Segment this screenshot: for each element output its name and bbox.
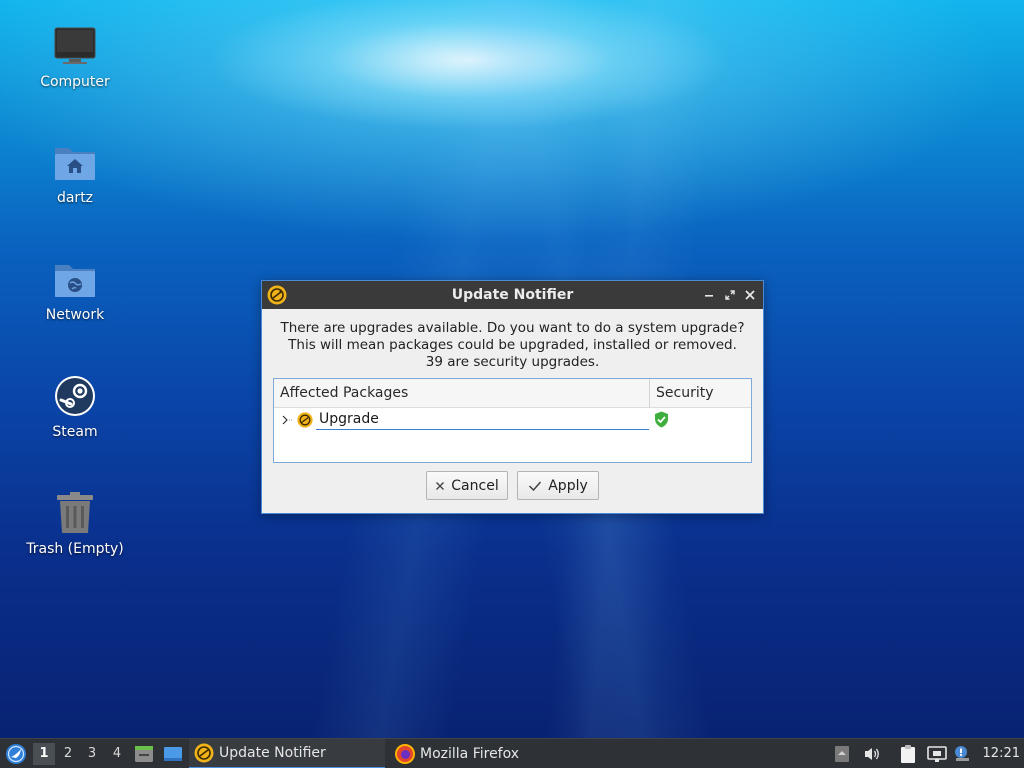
minimize-button[interactable]: [699, 285, 719, 305]
maximize-icon: [725, 290, 735, 300]
minimize-icon: [705, 295, 713, 297]
workspace-1[interactable]: 1: [33, 743, 55, 765]
lubuntu-logo-icon: [6, 744, 26, 764]
clipboard-button[interactable]: [899, 739, 917, 768]
desktop-icon-label: Trash (Empty): [26, 541, 124, 557]
task-label: Update Notifier: [219, 745, 326, 761]
package-row-label: Upgrade: [316, 411, 649, 430]
steam-icon: [51, 372, 99, 420]
expander-arrow-icon[interactable]: [281, 413, 293, 430]
clock[interactable]: 12:21: [983, 739, 1020, 768]
desktop-icon-home-folder[interactable]: dartz: [20, 138, 130, 206]
maximize-button[interactable]: [720, 285, 740, 305]
speaker-icon: [865, 748, 879, 760]
desktop: Computer dartz Network Steam Trash (Empt…: [0, 0, 1024, 768]
network-status-button[interactable]: [927, 739, 947, 768]
network-wired-icon: [927, 746, 947, 762]
update-notifier-icon: [194, 743, 214, 763]
apply-button[interactable]: Apply: [517, 471, 599, 500]
task-mozilla-firefox[interactable]: Mozilla Firefox: [390, 739, 586, 768]
cancel-button-label: Cancel: [451, 477, 499, 494]
workspace-4[interactable]: 4: [106, 743, 128, 765]
dialog-titlebar[interactable]: Update Notifier: [262, 281, 763, 309]
show-desktop-button[interactable]: [163, 739, 183, 768]
cancel-button[interactable]: Cancel: [426, 471, 508, 500]
apply-button-label: Apply: [548, 477, 588, 494]
affected-packages-table[interactable]: Affected Packages Security Upgrade: [273, 378, 752, 463]
file-manager-launcher[interactable]: [134, 739, 154, 768]
file-manager-icon: [135, 746, 153, 762]
table-header: Affected Packages Security: [274, 379, 751, 408]
desktop-icon-label: dartz: [56, 190, 94, 206]
tray-expand-button[interactable]: [834, 739, 850, 768]
update-notifier-dialog: Update Notifier There are upgrades avail…: [261, 280, 764, 514]
column-header-affected-packages[interactable]: Affected Packages: [274, 379, 650, 407]
home-folder-icon: [51, 138, 99, 186]
dialog-title: Update Notifier: [451, 287, 574, 303]
taskbar: 1 2 3 4 Update Notifier Mozilla Firefox …: [0, 738, 1024, 768]
close-button[interactable]: [740, 285, 760, 305]
desktop-icon-label: Computer: [40, 74, 110, 90]
desktop-icon-steam[interactable]: Steam: [20, 372, 130, 440]
shield-check-icon: [654, 411, 669, 432]
trash-icon: [51, 489, 99, 537]
close-icon: [745, 290, 755, 300]
desktop-icon-computer[interactable]: Computer: [20, 22, 130, 90]
column-header-security[interactable]: Security: [650, 379, 751, 407]
dialog-message: There are upgrades available. Do you wan…: [262, 320, 763, 371]
workspace-2[interactable]: 2: [57, 743, 79, 765]
start-menu-button[interactable]: [5, 739, 27, 768]
task-update-notifier[interactable]: Update Notifier: [189, 739, 385, 768]
update-package-icon: [297, 412, 313, 432]
cancel-icon: [436, 481, 445, 490]
desktop-icon-network[interactable]: Network: [20, 255, 130, 323]
message-line: 39 are security upgrades.: [425, 354, 600, 370]
table-row[interactable]: Upgrade: [274, 408, 751, 434]
computer-icon: [51, 22, 99, 70]
volume-button[interactable]: [863, 739, 881, 768]
update-notification-button[interactable]: [953, 739, 971, 768]
message-line: This will mean packages could be upgrade…: [288, 337, 737, 353]
show-desktop-icon: [164, 747, 182, 761]
desktop-icon-trash[interactable]: Trash (Empty): [20, 489, 130, 557]
firefox-icon: [395, 744, 415, 764]
message-line: There are upgrades available. Do you wan…: [280, 320, 745, 336]
workspace-3[interactable]: 3: [81, 743, 103, 765]
info-notification-icon: [955, 746, 969, 761]
network-folder-icon: [51, 255, 99, 303]
desktop-icon-label: Network: [45, 307, 105, 323]
clipboard-icon: [901, 745, 915, 763]
tray-expand-icon: [835, 746, 849, 762]
checkmark-icon: [529, 481, 542, 491]
task-label: Mozilla Firefox: [420, 746, 520, 762]
desktop-icon-label: Steam: [52, 424, 98, 440]
